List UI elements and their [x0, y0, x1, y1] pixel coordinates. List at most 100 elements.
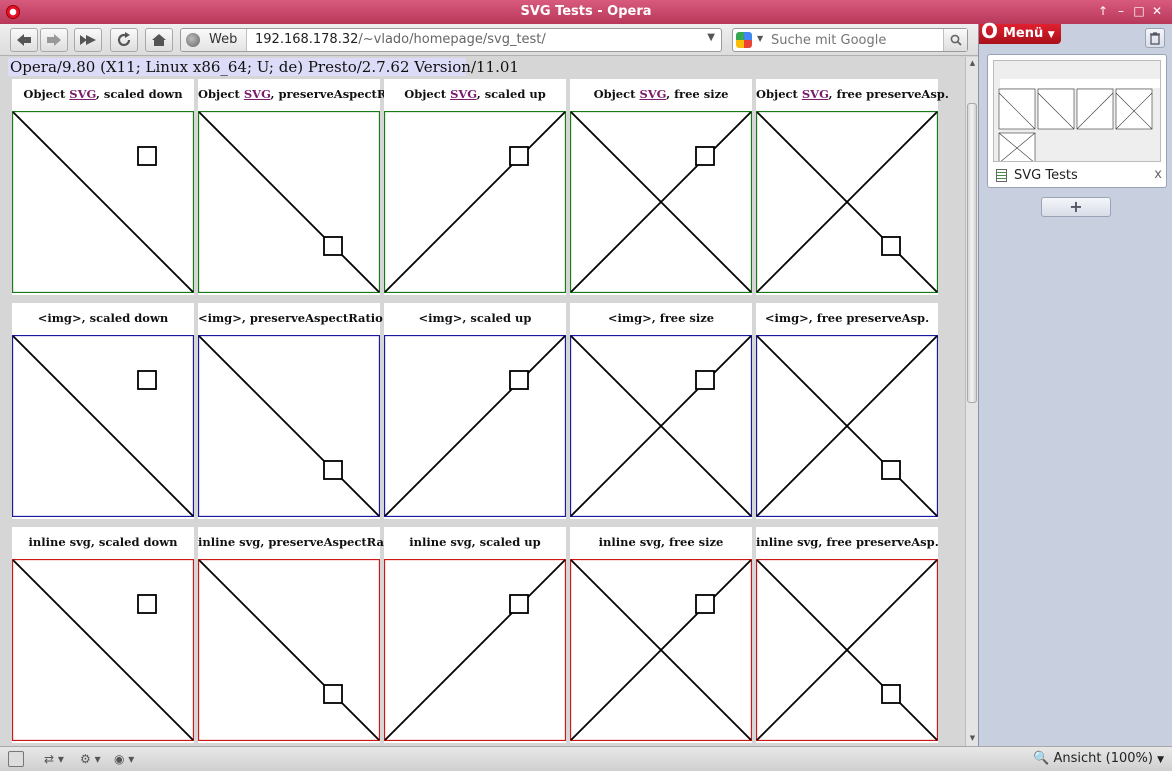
tab-card-svg-tests[interactable]: SVG Tests x	[987, 54, 1167, 188]
panel-trash-button[interactable]	[1145, 28, 1165, 48]
svg-square-marker	[695, 594, 715, 614]
svg-square-marker	[509, 594, 529, 614]
back-button[interactable]	[10, 28, 38, 52]
address-url[interactable]: 192.168.178.32/~vlado/homepage/svg_test/	[255, 32, 546, 47]
opera-menu-button[interactable]: O Menü ▼	[979, 21, 1061, 44]
tab-close-button[interactable]: x	[1154, 167, 1162, 182]
cell-caption: <img>, scaled down	[12, 311, 194, 325]
svg-square-marker	[137, 146, 157, 166]
fast-forward-icon	[80, 35, 96, 45]
forward-button[interactable]	[40, 28, 68, 52]
window-close-button[interactable]: ✕	[1150, 4, 1164, 18]
chevron-down-icon: ▼	[1157, 755, 1164, 765]
svg-test-graphic	[198, 111, 380, 293]
scrollbar-thumb[interactable]	[967, 103, 977, 403]
scroll-up-arrow-icon[interactable]: ▲	[967, 58, 978, 69]
svg-test-cell: inline svg, scaled up	[384, 527, 566, 743]
search-input[interactable]	[771, 31, 941, 49]
caption-suffix: , free size	[666, 87, 729, 101]
caption-prefix: Object	[198, 87, 244, 101]
google-icon[interactable]	[736, 32, 752, 48]
svg-test-graphic	[384, 335, 566, 517]
svg-link[interactable]: SVG	[639, 87, 666, 101]
svg-link[interactable]: SVG	[244, 87, 271, 101]
tab-title: SVG Tests	[1014, 168, 1078, 183]
svg-test-cell: inline svg, preserveAspectRatio	[198, 527, 401, 743]
cell-caption: Object SVG, scaled up	[384, 87, 566, 101]
cell-caption: <img>, scaled up	[384, 311, 566, 325]
svg-test-cell: Object SVG, scaled down	[12, 79, 194, 295]
svg-test-cell: inline svg, scaled down	[12, 527, 194, 743]
svg-test-graphic	[12, 559, 194, 741]
fast-forward-button[interactable]	[74, 28, 102, 52]
svg-test-graphic	[12, 335, 194, 517]
svg-test-cell: Object SVG, preserveAspectRatio	[198, 79, 411, 295]
speeddial-icon[interactable]: ◉ ▾	[114, 751, 134, 767]
search-button[interactable]	[943, 29, 967, 51]
svg-test-cell: <img>, preserveAspectRatio	[198, 303, 383, 519]
caption-prefix: inline svg, free preserveAsp.	[756, 535, 939, 549]
svg-test-cell: <img>, scaled up	[384, 303, 566, 519]
svg-test-graphic	[198, 559, 380, 741]
svg-link[interactable]: SVG	[69, 87, 96, 101]
vertical-scrollbar[interactable]: ▲ ▼	[965, 57, 978, 746]
svg-test-graphic	[756, 111, 938, 293]
cell-caption: <img>, preserveAspectRatio	[198, 311, 383, 325]
forward-arrow-icon	[47, 34, 61, 46]
unite-icon[interactable]: ⚙ ▾	[80, 751, 101, 767]
svg-test-cell: <img>, scaled down	[12, 303, 194, 519]
svg-square-marker	[137, 370, 157, 390]
svg-test-cell: Object SVG, scaled up	[384, 79, 566, 295]
chevron-down-icon[interactable]: ▼	[757, 34, 763, 43]
caption-prefix: inline svg, scaled up	[409, 535, 541, 549]
caption-prefix: Object	[756, 87, 802, 101]
svg-test-graphic	[570, 559, 752, 741]
reload-icon	[117, 32, 131, 47]
reload-button[interactable]	[110, 28, 138, 52]
window-maximize-button[interactable]: □	[1132, 4, 1146, 18]
svg-test-cell: <img>, free preserveAsp.	[756, 303, 938, 519]
caption-suffix: , free preserveAsp.	[828, 87, 949, 101]
zoom-control[interactable]: 🔍 Ansicht (100%) ▼	[1033, 751, 1164, 766]
cell-caption: inline svg, free size	[570, 535, 752, 549]
home-button[interactable]	[145, 28, 173, 52]
tab-thumbnail	[993, 60, 1161, 162]
cell-caption: Object SVG, free preserveAsp.	[756, 87, 949, 101]
svg-square-marker	[323, 236, 343, 256]
address-bar[interactable]: Web 192.168.178.32/~vlado/homepage/svg_t…	[180, 28, 722, 52]
caption-suffix: , scaled down	[95, 87, 183, 101]
zoom-label: Ansicht (100%)	[1053, 751, 1153, 766]
svg-test-cell: <img>, free size	[570, 303, 752, 519]
cell-caption: <img>, free preserveAsp.	[756, 311, 938, 325]
site-badge[interactable]: Web	[181, 29, 247, 51]
chevron-down-icon: ▼	[1047, 30, 1055, 40]
svg-square-marker	[881, 236, 901, 256]
svg-square-marker	[137, 594, 157, 614]
turbo-icon[interactable]: ⇄ ▾	[44, 751, 64, 767]
svg-link[interactable]: SVG	[802, 87, 829, 101]
chevron-down-icon[interactable]: ▼	[707, 32, 715, 43]
window-up-button[interactable]: ↑	[1096, 4, 1110, 18]
svg-square-marker	[509, 370, 529, 390]
status-bar: ⇄ ▾ ⚙ ▾ ◉ ▾ 🔍 Ansicht (100%) ▼	[0, 746, 1172, 771]
svg-test-graphic	[756, 335, 938, 517]
caption-prefix: Object	[593, 87, 640, 101]
search-box[interactable]: ▼	[732, 28, 968, 52]
scroll-down-arrow-icon[interactable]: ▼	[967, 733, 978, 744]
new-tab-button[interactable]: +	[1041, 197, 1111, 217]
cell-caption: Object SVG, preserveAspectRatio	[198, 87, 411, 101]
trash-icon	[1150, 32, 1160, 45]
svg-square-marker	[323, 460, 343, 480]
caption-prefix: inline svg, preserveAspectRatio	[198, 535, 402, 549]
cell-caption: inline svg, scaled up	[384, 535, 566, 549]
window-minimize-button[interactable]: –	[1114, 4, 1128, 18]
panel-toggle-icon[interactable]	[8, 751, 24, 767]
cell-caption: inline svg, scaled down	[12, 535, 194, 549]
caption-prefix: inline svg, free size	[598, 535, 724, 549]
svg-test-cell: inline svg, free preserveAsp.	[756, 527, 939, 743]
home-icon	[152, 34, 166, 46]
back-arrow-icon	[17, 34, 31, 46]
page-viewport: Opera/9.80 (X11; Linux x86_64; U; de) Pr…	[0, 57, 965, 746]
cell-caption: inline svg, free preserveAsp.	[756, 535, 939, 549]
svg-link[interactable]: SVG	[450, 87, 477, 101]
